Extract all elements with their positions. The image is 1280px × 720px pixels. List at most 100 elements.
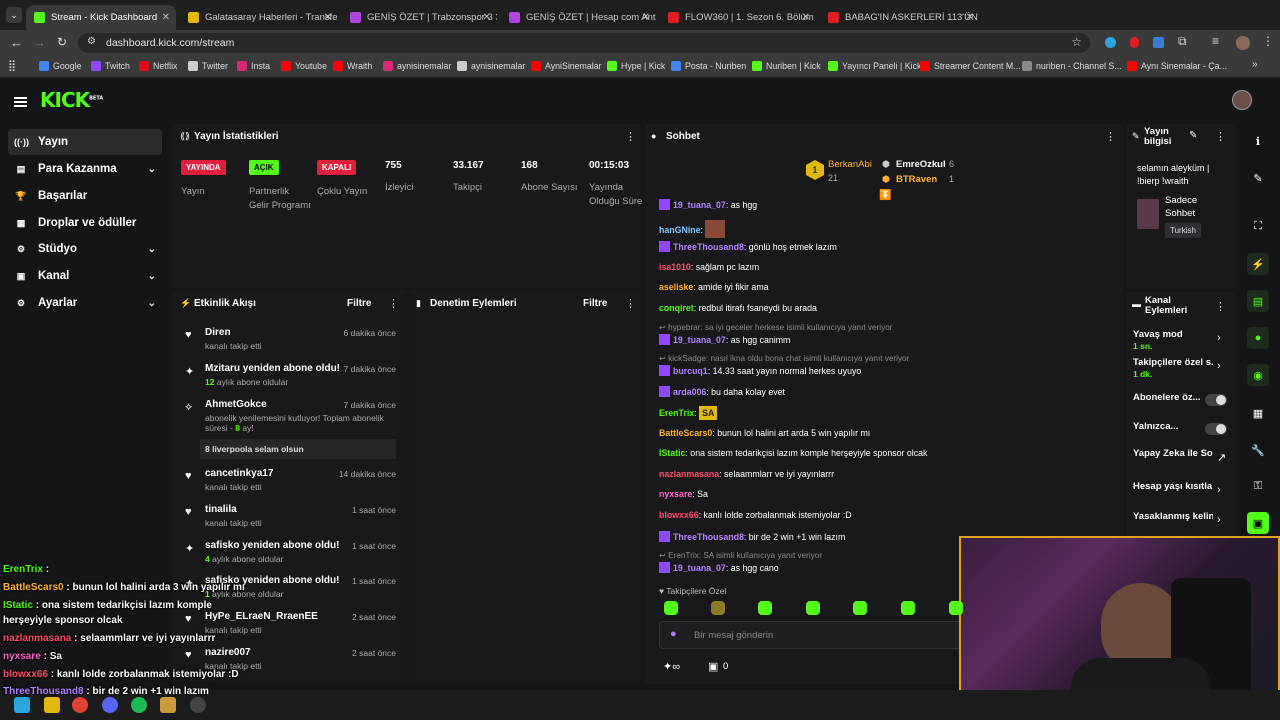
points-icon[interactable]: ✦∞ — [663, 660, 680, 673]
spotify-icon[interactable] — [131, 697, 147, 713]
chat-rail-icon[interactable]: ● — [1247, 327, 1269, 349]
browser-tab[interactable]: GENİŞ ÖZET | Trabzonspor 3 3 ✕ — [342, 5, 497, 30]
gift-icon[interactable]: ▣ — [708, 660, 718, 673]
back-icon[interactable]: ← — [10, 35, 23, 50]
bookmark-item[interactable]: Nuriben | Kick — [752, 61, 821, 71]
profile-avatar[interactable] — [1236, 36, 1250, 50]
activity-event[interactable]: ⟡ AhmetGokce abonelik yenilemesini kutluyo… — [180, 399, 404, 459]
browser-tab[interactable]: Stream - Kick Dashboard ✕ — [26, 5, 176, 30]
chat-username[interactable]: ThreeThousand8 — [673, 532, 744, 542]
tab-search-icon[interactable]: ⌄ — [6, 7, 22, 23]
stats-menu-icon[interactable]: ⋮ — [625, 130, 636, 143]
chat-username[interactable]: burcuq1 — [673, 366, 708, 376]
bookmark-item[interactable]: Twitter — [188, 61, 228, 71]
chat-message[interactable]: aseliske: amide iyi fikir ama — [659, 282, 769, 292]
sidebar-item[interactable]: ((·)) Yayın — [8, 129, 162, 155]
tab-close-icon[interactable]: ✕ — [483, 12, 491, 23]
toggle-switch[interactable] — [1205, 394, 1227, 406]
chat-message[interactable]: ThreeThousand8: bir de 2 win +1 win lazı… — [659, 531, 845, 542]
moderation-menu-icon[interactable]: ⋮ — [625, 297, 636, 310]
bookmark-item[interactable]: Twitch — [91, 61, 130, 71]
chat-message[interactable]: BattleScars0: bunun lol halini art arda … — [659, 428, 870, 438]
tab-close-icon[interactable]: ✕ — [324, 12, 332, 23]
chat-username[interactable]: IStatic — [659, 448, 685, 458]
chat-message[interactable]: arda006: bu daha kolay evet — [659, 386, 785, 397]
chat-username[interactable]: 19_tuana_07 — [673, 200, 726, 210]
mic-icon[interactable]: ● — [670, 628, 677, 640]
chat-message[interactable]: isa1010: sağlam pc lazım — [659, 262, 759, 272]
chat-username[interactable]: ThreeThousand8 — [673, 242, 744, 252]
bookmark-item[interactable]: Posta - Nuriben — [671, 61, 746, 71]
kick-logo[interactable]: KICKBETA — [40, 88, 103, 112]
chat-message[interactable]: nyxsare: Sa — [659, 489, 708, 499]
wrench-icon[interactable]: 🔧 — [1247, 439, 1269, 461]
browser-tab[interactable]: GENİŞ ÖZET | Hesap com Antal ✕ — [501, 5, 656, 30]
league-icon[interactable] — [160, 697, 176, 713]
obs-icon[interactable] — [190, 697, 206, 713]
file-explorer-icon[interactable] — [44, 697, 60, 713]
sidebar-item[interactable]: ▤ Para Kazanma ⌄ — [8, 156, 162, 182]
bookmark-item[interactable]: Google — [39, 61, 81, 71]
activity-event[interactable]: ♥ Diren kanalı takip etti 6 dakika önce — [180, 327, 404, 351]
info-menu-icon[interactable]: ⋮ — [1215, 130, 1226, 143]
hamburger-menu-icon[interactable] — [14, 97, 27, 107]
chat-message[interactable]: blowxx66: kanlı lolde zorbalanmak istemi… — [659, 510, 852, 520]
bookmark-item[interactable]: aynisinemalar — [383, 61, 451, 71]
forward-icon[interactable]: → — [33, 35, 46, 50]
actions-menu-icon[interactable]: ⋮ — [1215, 300, 1226, 313]
extension-icon[interactable] — [1130, 37, 1139, 48]
channel-action-item[interactable]: Takipçilere özel s... 1 dk. — [1133, 358, 1213, 379]
chat-message[interactable]: 19_tuana_07: as hgg canimm — [659, 334, 790, 345]
toggle-switch[interactable] — [1205, 423, 1227, 435]
channel-action-item[interactable]: Yasaklanmış kelin — [1133, 512, 1213, 523]
tab-close-icon[interactable]: ✕ — [802, 12, 810, 23]
bookmark-item[interactable]: Streamer Content M... — [920, 61, 1021, 71]
sidebar-item[interactable]: ⚙ Ayarlar ⌄ — [8, 290, 162, 316]
chat-message[interactable]: ThreeThousand8: gönlü hoş etmek lazım — [659, 241, 837, 252]
activity-event[interactable]: ♥ tinalila kanalı takip etti 1 saat önce — [180, 504, 404, 528]
sidebar-item[interactable]: ⚙ Stüdyo ⌄ — [8, 236, 162, 262]
apps-icon[interactable]: ⣿ — [8, 59, 16, 72]
bookmark-item[interactable]: Netflix — [139, 61, 177, 71]
channel-action-item[interactable]: Hesap yaşı kısıtla — [1133, 482, 1213, 493]
chat-username[interactable]: aseliske — [659, 282, 693, 292]
extensions-puzzle-icon[interactable]: ⧉ — [1178, 34, 1187, 49]
chat-username[interactable]: isa1010 — [659, 262, 691, 272]
chat-message[interactable]: 19_tuana_07: as hgg — [659, 199, 757, 210]
site-info-icon[interactable]: ⚙ — [87, 36, 96, 47]
chat-message[interactable]: hanGNine: — [659, 220, 726, 238]
browser-tab[interactable]: Galatasaray Haberleri - Transfe ✕ — [180, 5, 338, 30]
browser-tab[interactable]: BABAG'IN ASKERLERİ 113'ÜN P ✕ — [820, 5, 980, 30]
sidebar-item[interactable]: 🏆 Başarılar — [8, 183, 162, 209]
gifter-name[interactable]: BTRaven — [896, 174, 937, 185]
activity-filter-button[interactable]: Filtre — [347, 298, 371, 309]
browser-tab[interactable]: FLOW360 | 1. Sezon 6. Bölüm | ✕ — [660, 5, 816, 30]
channel-action-item[interactable]: Abonelere öz... — [1133, 393, 1203, 404]
bookmark-item[interactable]: Aynı Sinemalar - Ça... — [1127, 61, 1227, 71]
bookmark-item[interactable]: Wraith — [333, 61, 372, 71]
discord-icon[interactable] — [102, 697, 118, 713]
activity-event[interactable]: ♥ cancetinkya17 kanalı takip etti 14 dakika… — [180, 468, 404, 492]
bookmark-item[interactable]: Yayıncı Paneli | Kick — [828, 61, 921, 71]
emote-shortcut[interactable] — [664, 601, 678, 615]
category-thumbnail[interactable] — [1137, 199, 1159, 229]
channel-action-item[interactable]: Yavaş mod 1 sn. — [1133, 330, 1213, 351]
gifter-name[interactable]: EmreOzkul — [896, 159, 946, 170]
extension-icon[interactable] — [1153, 37, 1164, 48]
chat-username[interactable]: conqiret — [659, 303, 694, 313]
pencil-rail-icon[interactable]: ✎ — [1247, 167, 1269, 189]
broadcast-icon[interactable]: ◉ — [1247, 364, 1269, 386]
chrome-icon[interactable] — [72, 697, 88, 713]
sidebar-item[interactable]: ▣ Kanal ⌄ — [8, 263, 162, 289]
crop-icon[interactable]: ⛶ — [1247, 215, 1269, 237]
chat-username[interactable]: 19_tuana_07 — [673, 335, 726, 345]
language-tag[interactable]: Turkish — [1165, 223, 1201, 238]
tab-close-icon[interactable]: ✕ — [162, 12, 170, 23]
bookmark-item[interactable]: aynisinemalar — [457, 61, 525, 71]
bookmark-star-icon[interactable]: ☆ — [1071, 35, 1082, 49]
chat-message[interactable]: nazlanmasana: selaammlarr ve iyi yayınla… — [659, 469, 834, 479]
bookmark-item[interactable]: nuriben - Channel S... — [1022, 61, 1122, 71]
bookmark-item[interactable]: Youtube — [281, 61, 327, 71]
emote-shortcut[interactable] — [901, 601, 915, 615]
windows-start-icon[interactable] — [14, 697, 30, 713]
